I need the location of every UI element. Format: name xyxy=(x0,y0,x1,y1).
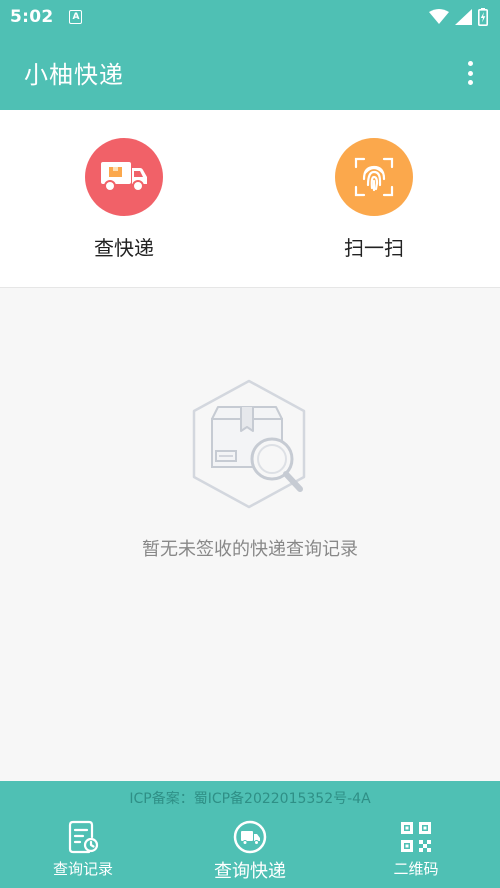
app-title: 小柚快递 xyxy=(24,60,124,89)
nav-query-history-label: 查询记录 xyxy=(52,860,113,878)
status-bar: 5:02 A xyxy=(0,0,500,34)
nav-query-express-label: 查询快递 xyxy=(214,861,286,882)
notification-icon: A xyxy=(69,10,83,24)
history-document-icon xyxy=(67,819,99,855)
delivery-truck-icon xyxy=(85,138,163,216)
nav-query-express[interactable]: 查询快递 xyxy=(200,819,300,883)
scan-button[interactable]: 扫一扫 xyxy=(299,138,449,266)
nav-query-history[interactable]: 查询记录 xyxy=(43,819,123,879)
package-search-icon xyxy=(192,379,306,509)
status-icons xyxy=(429,8,488,26)
nav-qr-code[interactable]: 二维码 xyxy=(376,819,456,879)
more-vert-icon xyxy=(467,61,473,66)
empty-state-message: 暂无未签收的快递查询记录 xyxy=(142,539,358,560)
battery-charging-icon xyxy=(478,8,488,26)
truck-circle-icon xyxy=(233,819,267,855)
query-express-label: 查快递 xyxy=(94,236,154,260)
app-bar: 小柚快递 xyxy=(0,34,500,110)
qr-code-icon xyxy=(400,819,432,855)
wifi-icon xyxy=(429,9,449,24)
more-options-button[interactable] xyxy=(460,59,480,87)
empty-state: 暂无未签收的快递查询记录 xyxy=(0,289,500,781)
nav-qr-code-label: 二维码 xyxy=(393,860,439,878)
signal-icon xyxy=(455,9,472,25)
quick-actions: 查快递 扫一扫 xyxy=(0,110,500,288)
query-express-button[interactable]: 查快递 xyxy=(49,138,199,266)
bottom-navigation: ICP备案：蜀ICP备2022015352号-4A 查询记录 查询快递 二维码 xyxy=(0,781,500,888)
fingerprint-scan-icon xyxy=(335,138,413,216)
scan-label: 扫一扫 xyxy=(344,236,404,260)
icp-record[interactable]: ICP备案：蜀ICP备2022015352号-4A xyxy=(0,788,500,808)
status-time: 5:02 xyxy=(10,7,54,27)
